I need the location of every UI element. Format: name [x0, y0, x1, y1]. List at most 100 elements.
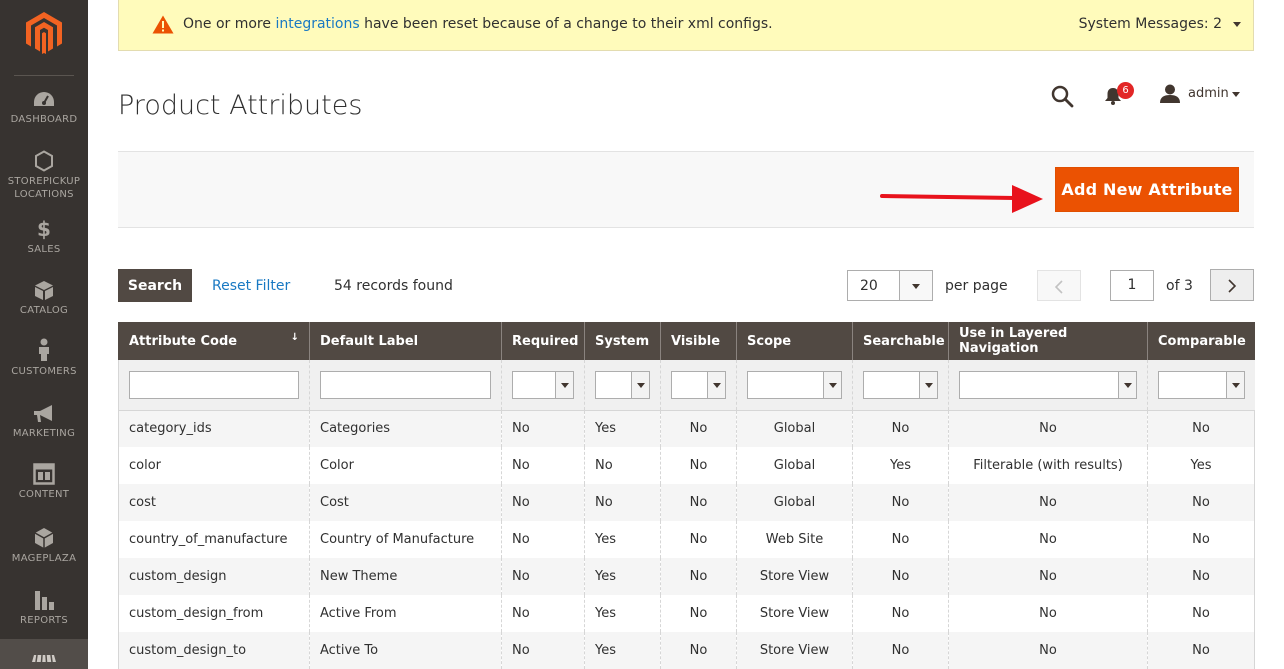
user-icon[interactable] [1159, 84, 1181, 104]
nav-label-line1: STOREPICKUP [7, 176, 81, 187]
required-cell: No [501, 447, 585, 484]
comparable-filter-select[interactable] [1158, 370, 1245, 399]
scope-cell: Global [736, 484, 853, 521]
box-icon [35, 281, 53, 300]
table-row[interactable]: country_of_manufacture Country of Manufac… [118, 521, 1255, 558]
attribute-code-cell: custom_design_to [118, 632, 310, 669]
notifications-count-badge[interactable]: 6 [1117, 82, 1134, 99]
nav-label: SALES [27, 244, 61, 255]
nav-reports[interactable]: REPORTS [0, 589, 88, 627]
system-messages-toggle[interactable]: System Messages: 2 [1079, 16, 1222, 32]
admin-user-menu[interactable]: admin [1188, 86, 1229, 101]
chevron-left-icon [1054, 280, 1063, 294]
search-button[interactable]: Search [118, 269, 192, 302]
column-header-visible[interactable]: Visible [660, 322, 737, 360]
visible-filter-select[interactable] [671, 370, 726, 399]
add-new-attribute-button[interactable]: Add New Attribute [1055, 167, 1239, 212]
nav-content[interactable]: CONTENT [0, 463, 88, 501]
records-found-count: 54 records found [334, 278, 453, 294]
system-cell: Yes [584, 632, 661, 669]
column-header-default-label[interactable]: Default Label [309, 322, 502, 360]
column-header-searchable[interactable]: Searchable [852, 322, 949, 360]
nav-marketing[interactable]: MARKETING [0, 404, 88, 440]
nav-mageplaza[interactable]: MAGEPLAZA [0, 527, 88, 565]
column-header-system[interactable]: System [584, 322, 661, 360]
column-header-layered-navigation[interactable]: Use in Layered Navigation [948, 322, 1148, 360]
scope-cell: Web Site [736, 521, 853, 558]
layered-navigation-filter-select[interactable] [959, 370, 1137, 399]
layered-navigation-cell: No [948, 595, 1148, 632]
default-label-cell: Color [309, 447, 502, 484]
banner-text-start: One or more [183, 16, 276, 32]
red-arrow-annotation [880, 185, 1043, 213]
chevron-down-icon[interactable] [1232, 92, 1240, 97]
magento-logo[interactable] [26, 12, 62, 54]
admin-sidebar: DASHBOARD STOREPICKUP LOCATIONS $ SALES … [0, 0, 88, 669]
nav-customers[interactable]: CUSTOMERS [0, 338, 88, 378]
layered-navigation-cell: Filterable (with results) [948, 447, 1148, 484]
layered-navigation-cell: No [948, 558, 1148, 595]
required-filter-select[interactable] [512, 370, 574, 399]
dashboard-icon [34, 92, 54, 106]
current-page-input[interactable]: 1 [1110, 270, 1154, 301]
default-label-cell: Categories [309, 410, 502, 447]
search-icon[interactable] [1050, 84, 1074, 108]
comparable-cell: No [1147, 410, 1255, 447]
default-label-cell: Cost [309, 484, 502, 521]
nav-dashboard[interactable]: DASHBOARD [0, 90, 88, 126]
table-row[interactable]: color Color No No No Global Yes Filterable (wit… [118, 447, 1255, 484]
layered-navigation-cell: No [948, 632, 1148, 669]
system-cell: Yes [584, 410, 661, 447]
filter-cell [118, 360, 310, 411]
system-cell: Yes [584, 595, 661, 632]
reset-filter-link[interactable]: Reset Filter [212, 278, 290, 294]
table-row[interactable]: custom_design_to Active To No Yes No Store Vi… [118, 632, 1255, 669]
attribute-code-cell: custom_design [118, 558, 310, 595]
chevron-right-icon [1228, 279, 1237, 293]
scope-cell: Store View [736, 632, 853, 669]
nav-stores[interactable] [0, 639, 88, 669]
required-cell: No [501, 521, 585, 558]
table-row[interactable]: cost Cost No No No Global No No No [118, 484, 1255, 521]
system-filter-select[interactable] [595, 370, 650, 399]
column-header-scope[interactable]: Scope [736, 322, 853, 360]
nav-label: REPORTS [20, 615, 68, 626]
system-cell: No [584, 484, 661, 521]
system-cell: Yes [584, 558, 661, 595]
nav-label: MARKETING [12, 428, 76, 439]
table-row[interactable]: custom_design New Theme No Yes No Store View N… [118, 558, 1255, 595]
required-cell: No [501, 484, 585, 521]
chevron-down-icon [823, 371, 841, 398]
chevron-down-icon [919, 371, 937, 398]
chevron-down-icon[interactable] [899, 271, 932, 300]
per-page-select[interactable]: 20 [847, 270, 933, 301]
nav-label: DASHBOARD [10, 114, 78, 125]
table-row[interactable]: category_ids Categories No Yes No Global No No N… [118, 410, 1255, 447]
nav-catalog[interactable]: CATALOG [0, 279, 88, 317]
filter-cell [948, 360, 1148, 411]
nav-storepickup-locations[interactable]: STOREPICKUP LOCATIONS [0, 150, 88, 201]
nav-label-line2: LOCATIONS [14, 189, 74, 200]
attribute-code-cell: color [118, 447, 310, 484]
column-header-required[interactable]: Required [501, 322, 585, 360]
default-label-filter-input[interactable] [320, 370, 491, 399]
scope-filter-select[interactable] [747, 370, 842, 399]
attribute-code-filter-input[interactable] [129, 370, 299, 399]
nav-sales[interactable]: $ SALES [0, 218, 88, 256]
visible-cell: No [660, 558, 737, 595]
integrations-link[interactable]: integrations [275, 16, 359, 32]
searchable-filter-select[interactable] [863, 370, 938, 399]
chevron-down-icon [555, 371, 573, 398]
column-header-comparable[interactable]: Comparable [1147, 322, 1255, 360]
chevron-down-icon[interactable] [1233, 22, 1241, 27]
default-label-cell: Country of Manufacture [309, 521, 502, 558]
comparable-cell: No [1147, 484, 1255, 521]
filter-cell [1147, 360, 1255, 411]
hexagon-icon [35, 150, 53, 172]
next-page-button[interactable] [1210, 269, 1254, 301]
previous-page-button[interactable] [1037, 270, 1081, 301]
column-header-attribute-code[interactable]: Attribute Code ↓ [118, 322, 310, 360]
table-row[interactable]: custom_design_from Active From No Yes No Stor… [118, 595, 1255, 632]
filter-cell [852, 360, 949, 411]
comparable-cell: No [1147, 521, 1255, 558]
